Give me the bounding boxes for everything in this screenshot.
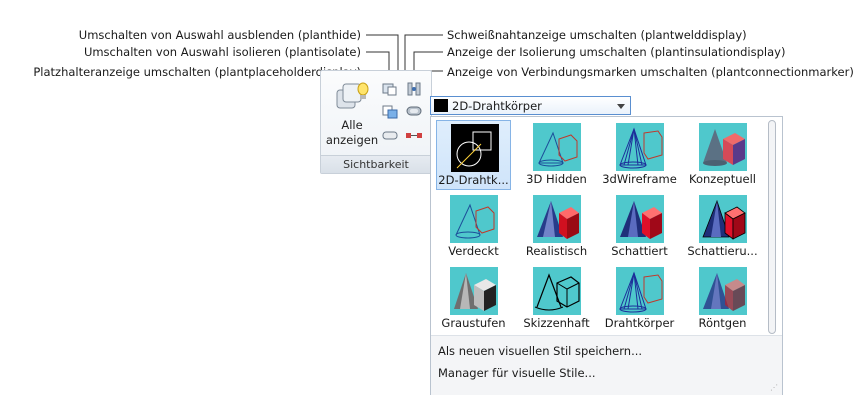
- style-label: 3dWireframe: [602, 172, 677, 186]
- style-tile-wireframe[interactable]: Drahtkörper: [602, 264, 677, 334]
- panel-footer-label: Sichtbarkeit: [321, 155, 431, 173]
- style-tile-3d-hidden[interactable]: 3D Hidden: [519, 120, 594, 190]
- hide-selection-toggle[interactable]: [381, 81, 399, 97]
- callout-plantwelddisplay: Schweißnahtanzeige umschalten (plantweld…: [447, 28, 747, 42]
- hide-selection-icon: [382, 83, 397, 96]
- conceptual-icon: [699, 123, 747, 171]
- style-tile-realistic[interactable]: Realistisch: [519, 192, 594, 262]
- style-tile-shaded-edges[interactable]: Schattieru...: [685, 192, 760, 262]
- xray-icon: [699, 267, 747, 315]
- style-tile-2d-wireframe[interactable]: 2D-Drahtk...: [436, 120, 511, 190]
- placeholder-display-toggle[interactable]: [381, 127, 399, 143]
- callout-plantinsulationdisplay: Anzeige der Isolierung umschalten (plant…: [447, 45, 786, 59]
- visual-styles-manager-menu-item[interactable]: Manager für visuelle Stile...: [438, 366, 596, 380]
- show-all-label-line2: anzeigen: [325, 133, 379, 147]
- style-label: Verdeckt: [448, 244, 499, 258]
- style-label: Realistisch: [525, 244, 588, 258]
- hidden-icon: [450, 195, 498, 243]
- shaded-edges-icon: [699, 195, 747, 243]
- wireframe-icon: [616, 267, 664, 315]
- shaded-icon: [616, 195, 664, 243]
- style-label: 3D Hidden: [526, 172, 587, 186]
- style-label: Graustufen: [441, 316, 506, 330]
- style-label: Schattieru...: [687, 244, 758, 258]
- isolate-selection-icon: [382, 105, 398, 119]
- placeholder-icon: [382, 131, 398, 140]
- callout-plantisolate: Umschalten von Auswahl isolieren (planti…: [83, 45, 361, 59]
- connection-marker-toggle[interactable]: [405, 127, 423, 143]
- gallery-menu: Als neuen visuellen Stil speichern... Ma…: [431, 335, 782, 395]
- style-label: 2D-Drahtk...: [438, 173, 509, 187]
- callout-plantconnectionmarker: Anzeige von Verbindungsmarken umschalten…: [447, 65, 854, 79]
- visual-style-current: 2D-Drahtkörper: [452, 99, 542, 113]
- sketchy-icon: [533, 267, 581, 315]
- style-tile-shaded[interactable]: Schattiert: [602, 192, 677, 262]
- weld-display-toggle[interactable]: [405, 81, 423, 97]
- style-tile-xray[interactable]: Röntgen: [685, 264, 760, 334]
- callout-planthide: Umschalten von Auswahl ausblenden (plant…: [78, 28, 361, 42]
- resize-grip-icon[interactable]: ⋰: [770, 383, 778, 392]
- wireframe-3d-icon: [616, 123, 664, 171]
- style-tile-sketchy[interactable]: Skizzenhaft: [519, 264, 594, 334]
- insulation-icon: [406, 106, 422, 116]
- grayscale-icon: [450, 267, 498, 315]
- callout-plantplaceholderdisplay: Platzhalteranzeige umschalten (plantplac…: [33, 65, 361, 79]
- show-all-icon: [336, 82, 369, 109]
- realistic-icon: [533, 195, 581, 243]
- style-tile-3d-wireframe[interactable]: 3dWireframe: [602, 120, 677, 190]
- visual-style-dropdown[interactable]: 2D-Drahtkörper: [430, 96, 631, 115]
- isolate-selection-toggle[interactable]: [381, 103, 399, 119]
- show-all-label-line1: Alle: [341, 118, 363, 132]
- visual-style-gallery: 2D-Drahtk... 3D Hidden 3dWireframe Konze…: [430, 116, 783, 395]
- style-grid: 2D-Drahtk... 3D Hidden 3dWireframe Konze…: [436, 120, 766, 342]
- style-tile-hidden[interactable]: Verdeckt: [436, 192, 511, 262]
- wireframe-2d-thumb-icon: [434, 99, 448, 112]
- save-as-new-style-menu-item[interactable]: Als neuen visuellen Stil speichern...: [438, 344, 642, 358]
- hidden-3d-icon: [533, 123, 581, 171]
- chevron-down-icon[interactable]: [617, 104, 625, 109]
- gallery-scrollbar[interactable]: [768, 120, 776, 334]
- visibility-panel: Alle anzeigen Sichtbarkeit: [320, 70, 432, 174]
- weld-icon: [407, 82, 421, 96]
- style-label: Drahtkörper: [604, 316, 675, 330]
- style-label: Konzeptuell: [689, 172, 756, 186]
- insulation-display-toggle[interactable]: [405, 103, 423, 119]
- show-all-button[interactable]: Alle anzeigen: [325, 76, 379, 152]
- style-label: Skizzenhaft: [523, 316, 590, 330]
- style-label: Schattiert: [611, 244, 668, 258]
- style-label: Röntgen: [698, 316, 747, 330]
- connection-marker-icon: [406, 133, 422, 138]
- style-tile-grayscale[interactable]: Graustufen: [436, 264, 511, 334]
- style-tile-conceptual[interactable]: Konzeptuell: [685, 120, 760, 190]
- wireframe-2d-icon: [451, 124, 499, 172]
